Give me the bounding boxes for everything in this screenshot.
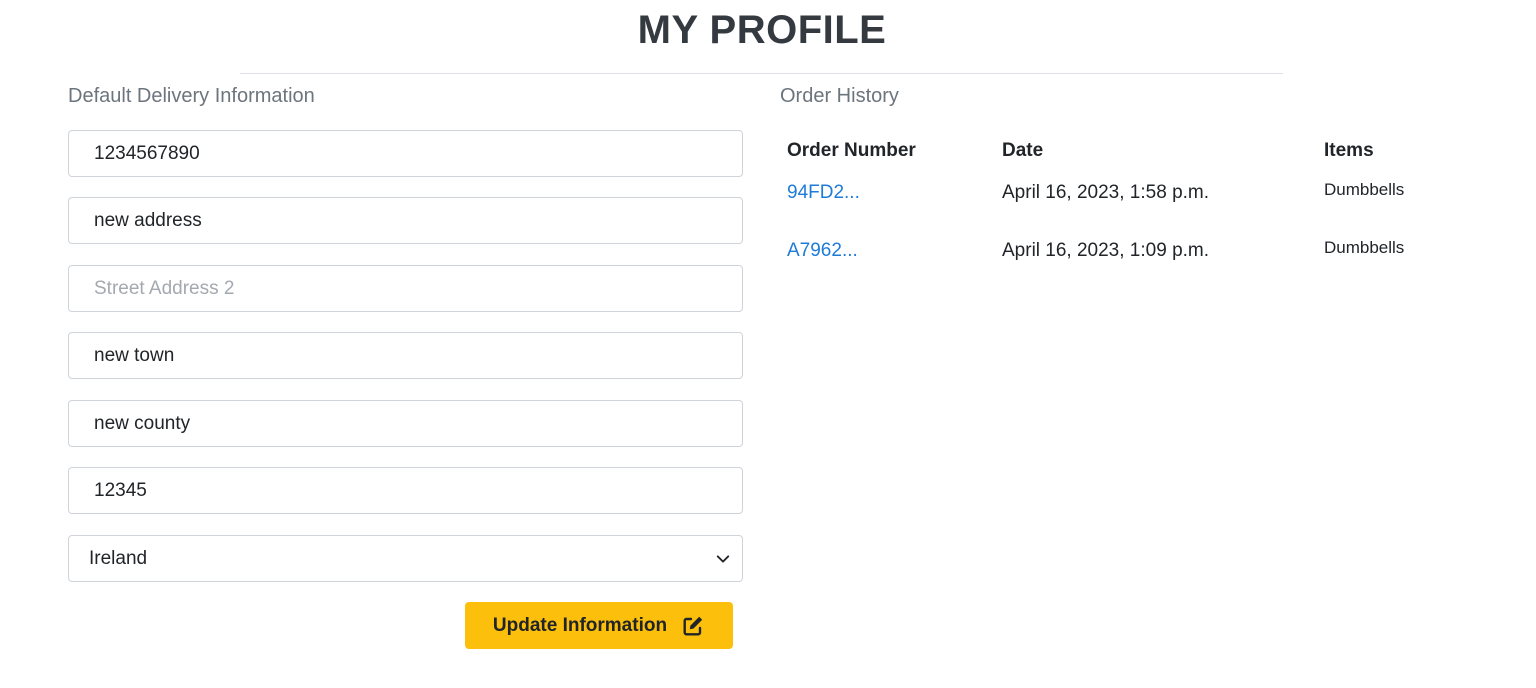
street-address-1-field[interactable] [68,197,743,244]
column-header-items: Items [1324,140,1374,161]
order-number-link[interactable]: 94FD2... [787,182,860,204]
country-select-value: Ireland [89,547,148,569]
table-row: A7962... April 16, 2023, 1:09 p.m. Dumbb… [780,238,1520,280]
column-header-date: Date [1002,140,1044,161]
update-button-label: Update Information [492,614,668,636]
order-items: Dumbbells [1324,238,1405,257]
order-date: April 16, 2023, 1:09 p.m. [1002,240,1210,261]
order-number-link[interactable]: A7962... [787,240,858,262]
column-header-order-number: Order Number [787,140,916,161]
postcode-field[interactable] [68,467,743,514]
edit-icon [683,616,703,635]
page-title: MY PROFILE [637,8,887,52]
phone-number-field[interactable] [68,130,743,177]
title-divider [240,73,1283,74]
chevron-down-icon [716,554,730,563]
town-or-city-field[interactable] [68,332,743,379]
order-date: April 16, 2023, 1:58 p.m. [1002,182,1210,203]
delivery-heading: Default Delivery Information [68,85,315,107]
country-select[interactable]: Ireland [68,535,743,582]
update-information-button[interactable]: Update Information [465,602,733,649]
table-row: 94FD2... April 16, 2023, 1:58 p.m. Dumbb… [780,180,1520,222]
street-address-2-field[interactable] [68,265,743,312]
order-history-heading: Order History [780,85,899,107]
county-field[interactable] [68,400,743,447]
order-items: Dumbbells [1324,180,1405,199]
